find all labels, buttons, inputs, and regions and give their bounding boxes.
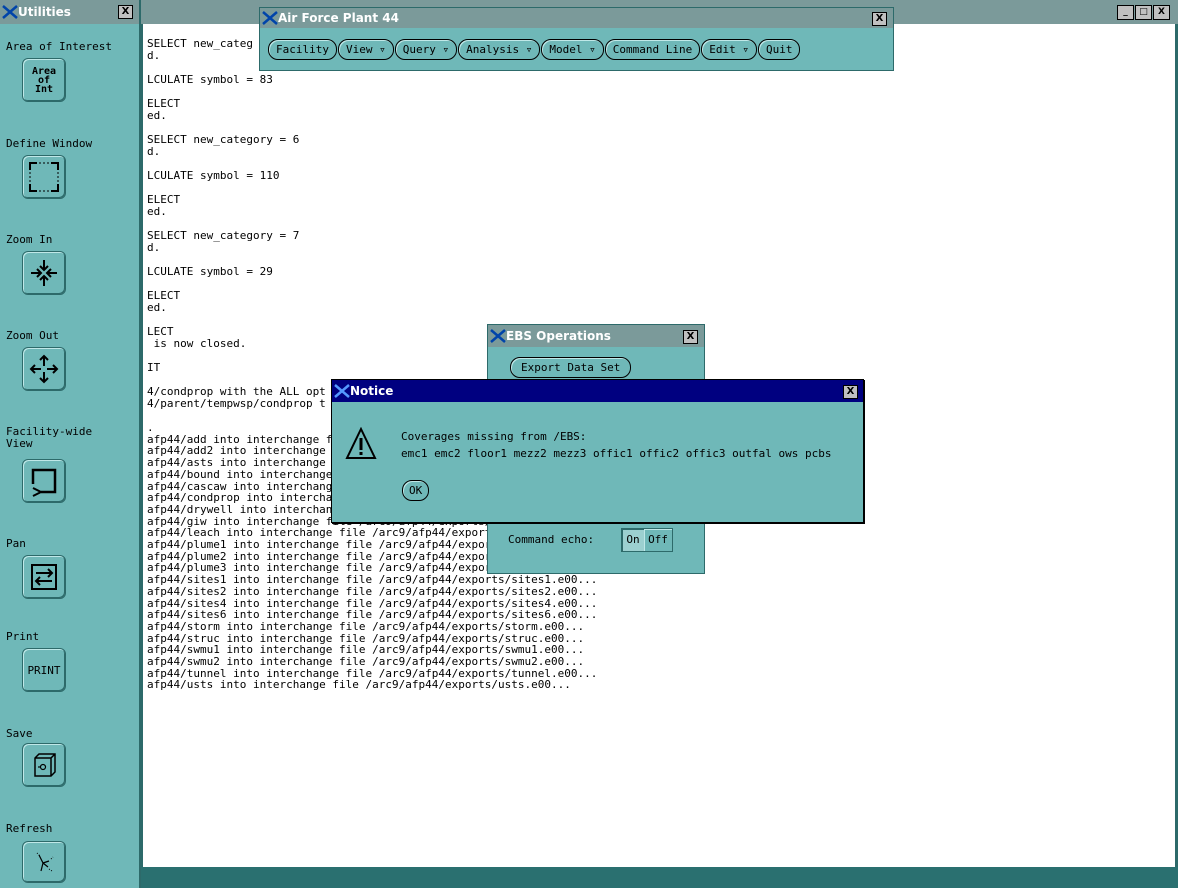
notice-close-button[interactable]: X — [843, 385, 858, 399]
refresh-label: Refresh — [6, 822, 53, 835]
maximize-button[interactable]: □ — [1135, 5, 1152, 20]
zoom-in-button[interactable] — [22, 251, 66, 295]
notice-message-line2: emc1 emc2 floor1 mezz2 mezz3 offic1 offi… — [401, 447, 832, 460]
zoom-out-button[interactable] — [22, 347, 66, 391]
output-line: SELECT new_category = 7 — [147, 229, 300, 242]
dropdown-triangle-icon: ▿ — [589, 43, 596, 56]
pan-label: Pan — [6, 537, 26, 550]
dropdown-triangle-icon: ▿ — [379, 43, 386, 56]
echo-off-toggle[interactable]: Off — [644, 529, 672, 551]
print-label: Print — [6, 630, 40, 643]
dropdown-triangle-icon: ▿ — [442, 43, 450, 56]
menu-analysis[interactable]: Analysis ▿ — [458, 39, 541, 60]
menu-view-label: View — [345, 43, 373, 56]
command-echo-label: Command echo: — [508, 533, 595, 546]
menu-facility-label: Facility — [276, 43, 329, 56]
notice-ok-button[interactable]: OK — [402, 480, 430, 501]
utilities-close-button[interactable]: X — [118, 5, 133, 19]
utilities-panel: Utilities X Area of Interest Area of Int… — [0, 0, 141, 888]
x-logo-icon — [334, 384, 350, 398]
export-data-set-button[interactable]: Export Data Set — [510, 357, 632, 378]
output-line: d. — [147, 241, 161, 254]
notice-message-line1: Coverages missing from /EBS: — [401, 430, 587, 443]
close-button[interactable]: X — [1153, 5, 1170, 20]
facility-wide-view-button[interactable] — [22, 459, 66, 503]
area-of-interest-text: Area of Int — [31, 65, 57, 95]
ebs-titlebar[interactable]: EBS Operations — [488, 325, 704, 347]
dropdown-triangle-icon: ▿ — [525, 43, 533, 56]
afp-close-button[interactable]: X — [872, 12, 887, 26]
warning-icon — [345, 427, 377, 459]
zoom-out-label: Zoom Out — [6, 329, 59, 342]
print-button[interactable]: PRINT — [22, 648, 66, 692]
notice-dialog: Notice X Coverages missing from /EBS: em… — [331, 379, 864, 523]
output-line: ed. — [147, 205, 167, 218]
window-controls: _ □ X — [1116, 5, 1170, 20]
ebs-close-button[interactable]: X — [683, 330, 698, 344]
status-bar — [141, 867, 1178, 888]
output-line: SELECT new_category = 6 — [147, 133, 300, 146]
menu-edit[interactable]: Edit ▿ — [701, 39, 757, 60]
area-of-interest-label: Area of Interest — [6, 40, 112, 53]
menu-facility[interactable]: Facility — [268, 39, 337, 60]
define-window-label: Define Window — [6, 137, 93, 150]
zoom-in-icon — [31, 260, 57, 286]
output-line: LCULATE symbol = 83 — [147, 73, 273, 86]
refresh-button[interactable] — [22, 841, 66, 883]
output-line: SELECT new_categ — [147, 37, 253, 50]
save-button[interactable] — [22, 743, 66, 787]
pan-icon — [31, 564, 57, 590]
zoom-in-label: Zoom In — [6, 233, 53, 246]
output-line: d. — [147, 49, 161, 62]
menu-quit-label: Quit — [765, 43, 793, 56]
echo-on-toggle[interactable]: On — [622, 529, 644, 551]
menu-query[interactable]: Query ▿ — [394, 39, 458, 60]
menu-quit[interactable]: Quit — [757, 39, 801, 60]
notice-titlebar[interactable]: Notice — [332, 380, 863, 402]
menu-model-label: Model — [549, 43, 583, 56]
menu-command-line[interactable]: Command Line — [604, 39, 701, 60]
air-force-plant-window: Air Force Plant 44 X Facility View ▿ Que… — [259, 7, 894, 71]
utilities-titlebar[interactable]: Utilities X — [0, 0, 139, 24]
refresh-icon — [36, 852, 54, 872]
output-line: d. — [147, 145, 161, 158]
zoom-out-icon — [29, 354, 59, 384]
facility-wide-view-label: Facility-wide View — [6, 425, 93, 450]
pan-button[interactable] — [22, 555, 66, 599]
output-line: 4/parent/tempwsp/condprop t — [147, 397, 326, 410]
dropdown-triangle-icon: ▿ — [742, 43, 749, 56]
menu-view[interactable]: View ▿ — [337, 39, 394, 60]
define-window-button[interactable] — [22, 155, 66, 199]
save-label: Save — [6, 727, 33, 740]
output-line: ed. — [147, 301, 167, 314]
afp-titlebar[interactable]: Air Force Plant 44 — [260, 8, 893, 28]
define-window-icon — [29, 162, 59, 192]
output-line: afp44/usts into interchange file /arc9/a… — [147, 678, 571, 692]
area-of-interest-button[interactable]: Area of Int — [22, 58, 66, 102]
x-logo-icon — [262, 11, 278, 25]
menu-model[interactable]: Model ▿ — [541, 39, 604, 60]
minimize-button[interactable]: _ — [1117, 5, 1134, 20]
x-logo-icon — [490, 329, 506, 343]
utilities-title: Utilities — [18, 5, 71, 19]
afp-menubar: Facility View ▿ Query ▿ Analysis ▿ Model… — [268, 39, 801, 60]
output-line: LCULATE symbol = 29 — [147, 265, 273, 278]
menu-command-line-label: Command Line — [612, 43, 693, 56]
facility-view-icon — [31, 468, 57, 497]
menu-analysis-label: Analysis — [466, 43, 520, 56]
ebs-title: EBS Operations — [506, 329, 611, 343]
output-line: afp44/sites2 into interchange file /arc9… — [147, 584, 598, 598]
afp-title: Air Force Plant 44 — [278, 11, 399, 25]
menu-edit-label: Edit — [709, 43, 736, 56]
output-line: IT — [147, 361, 161, 374]
save-icon — [34, 753, 56, 777]
menu-query-label: Query — [402, 43, 436, 56]
x-logo-icon — [2, 5, 18, 19]
notice-title: Notice — [350, 384, 394, 398]
print-button-text: PRINT — [27, 663, 61, 677]
output-line: is now closed. — [147, 337, 247, 350]
output-line: LCULATE symbol = 110 — [147, 169, 280, 182]
output-line: ed. — [147, 109, 167, 122]
